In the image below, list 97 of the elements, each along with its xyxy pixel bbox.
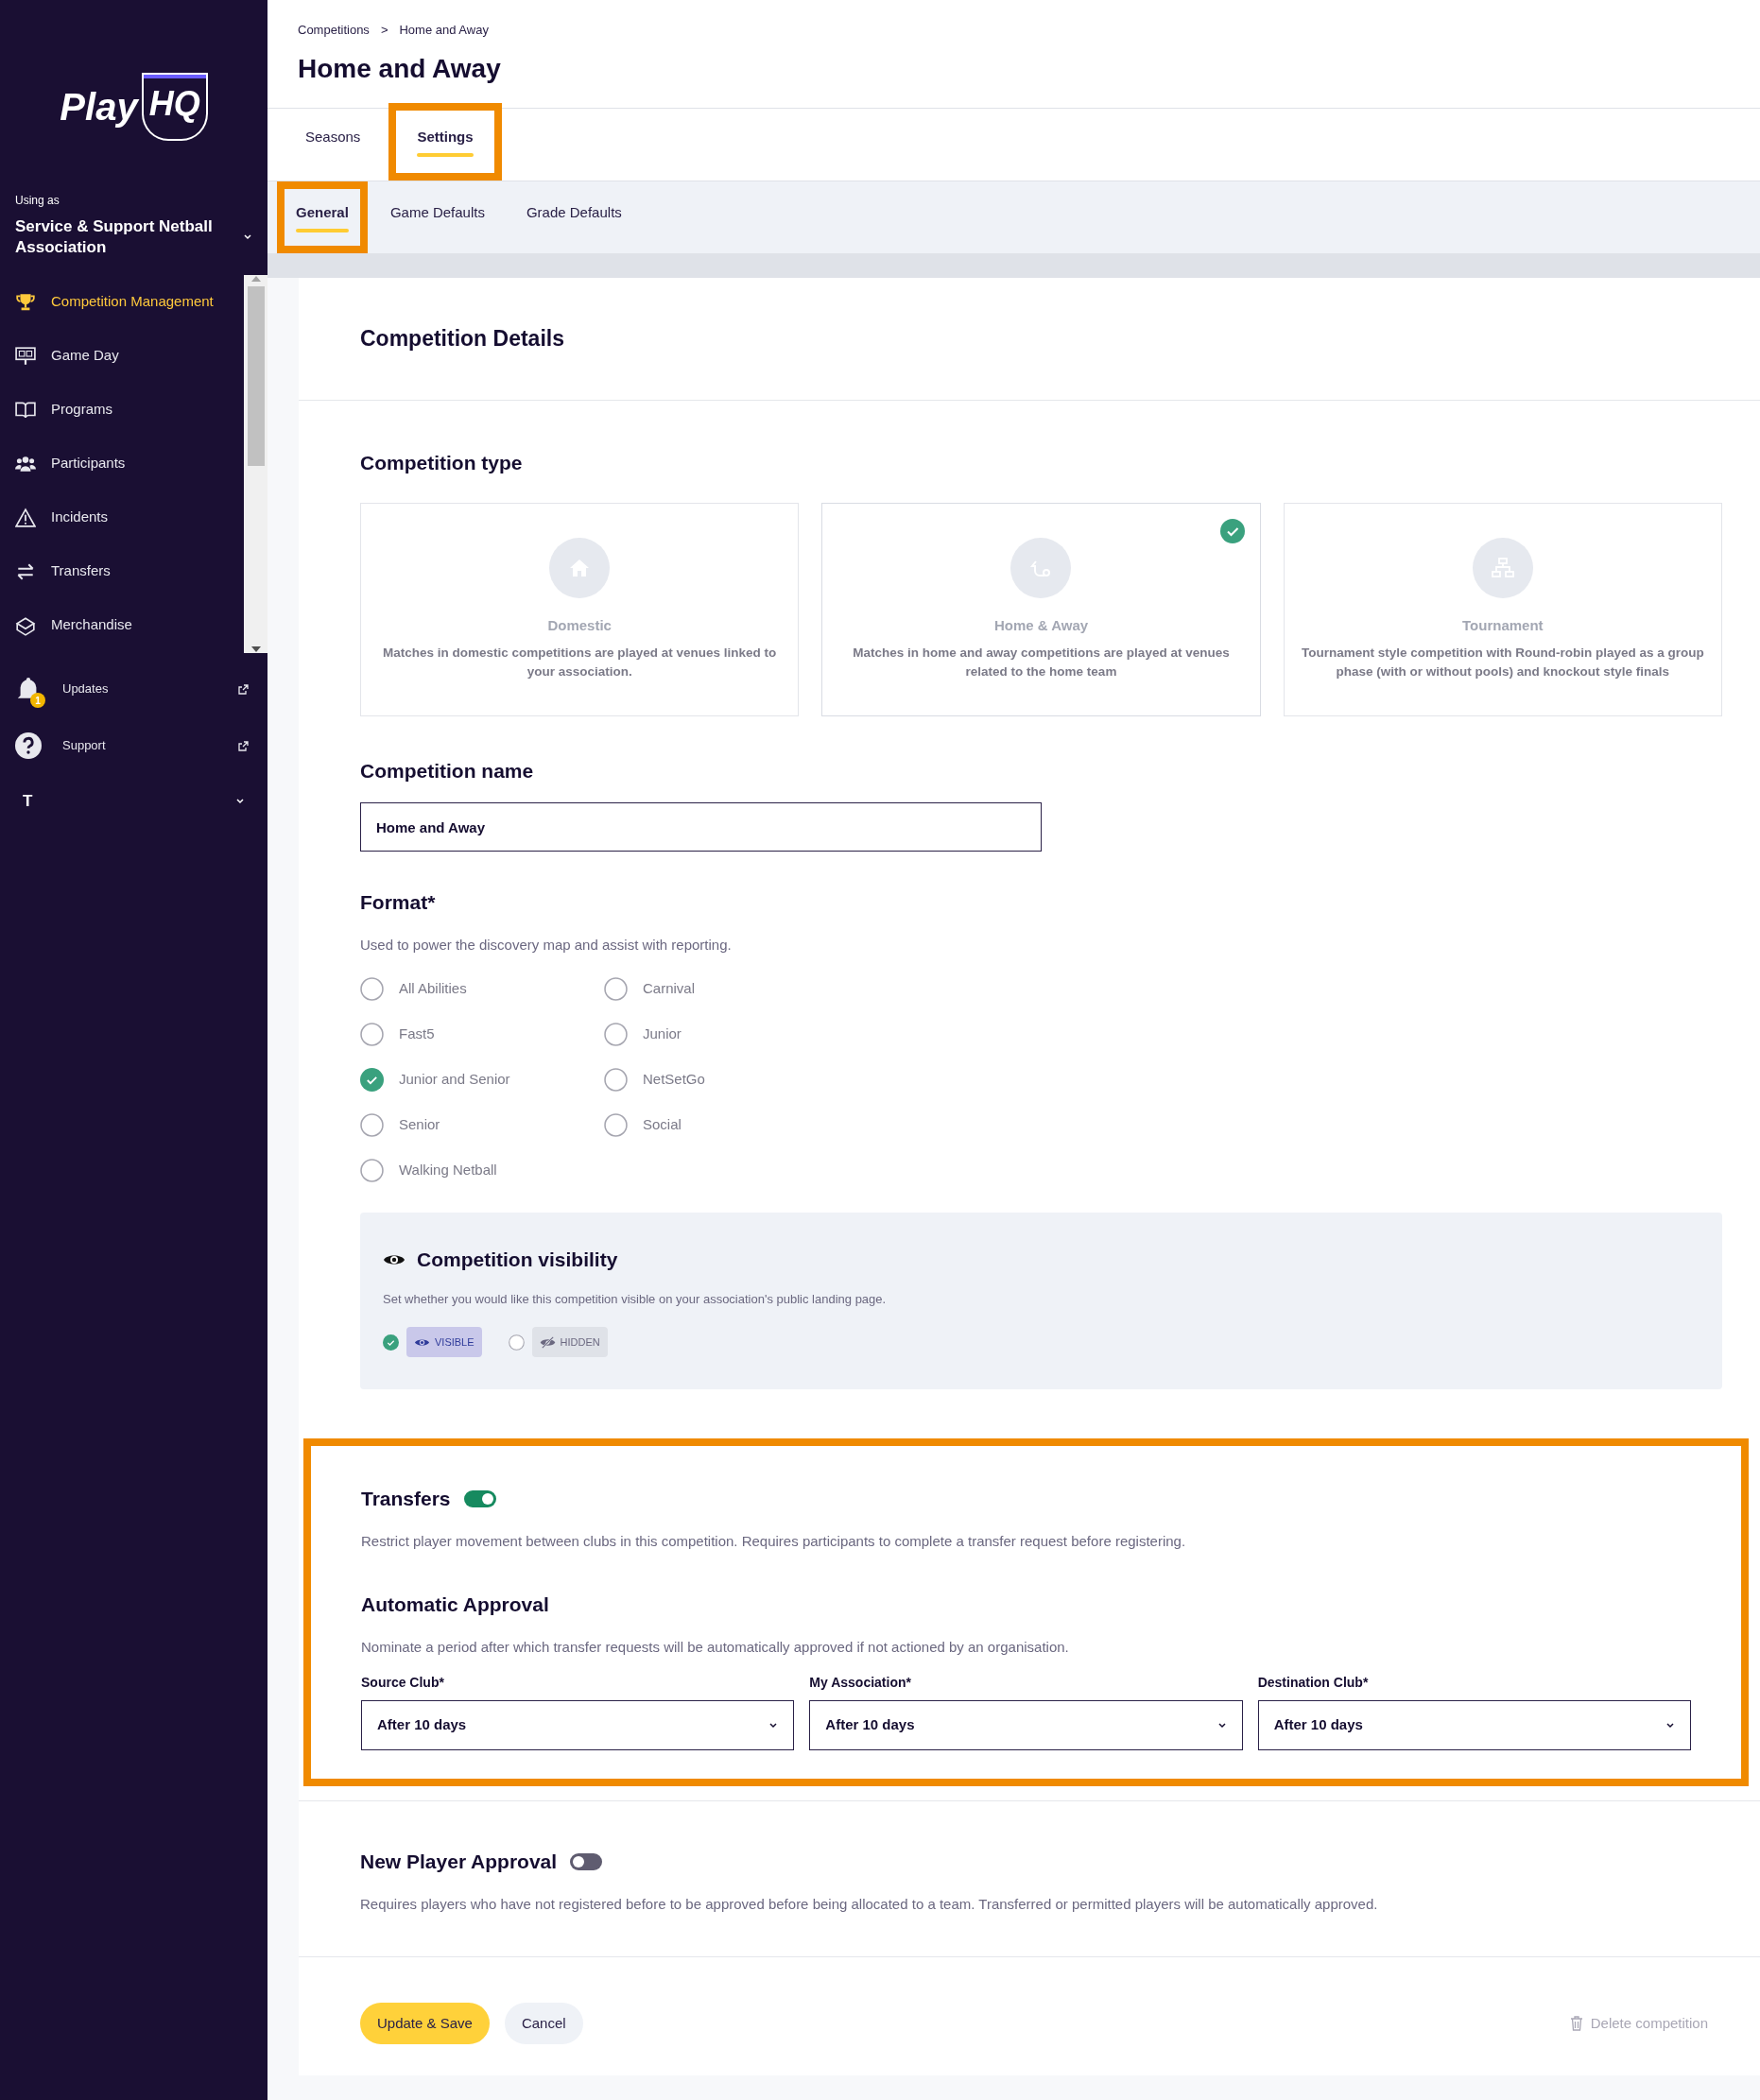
dropdown-field[interactable]: After 10 days xyxy=(809,1700,1243,1750)
tab[interactable]: Settings xyxy=(396,111,494,173)
nav-item[interactable]: Incidents xyxy=(0,491,244,544)
field-description: Set whether you would like this competition visible on your association's public landing page. xyxy=(383,1290,888,1308)
competition-type-card[interactable]: Domestic Matches in domestic competitions are played at venues linked to your association. xyxy=(360,502,800,716)
breadcrumb-link[interactable]: Competitions xyxy=(298,21,370,40)
tab[interactable]: General xyxy=(285,189,360,246)
field-description: Used to power the discovery map and assist with reporting. xyxy=(360,935,733,955)
radio-button[interactable] xyxy=(360,1158,384,1182)
scoreboard-icon xyxy=(15,345,36,367)
chevron-down-icon xyxy=(1665,1721,1675,1730)
radio-button[interactable] xyxy=(604,1067,628,1092)
scroll-up-icon[interactable] xyxy=(250,275,261,283)
sidebar-link[interactable]: Support xyxy=(0,717,267,774)
type-description: Matches in home and away competitions are played at venues related to the home team xyxy=(852,645,1231,680)
field-heading: New Player Approval xyxy=(360,1850,558,1874)
radio-label: Social xyxy=(643,1114,682,1134)
eye-slash-icon xyxy=(539,1335,556,1349)
type-name: Home & Away xyxy=(993,615,1089,635)
cancel-button[interactable]: Cancel xyxy=(504,2003,583,2044)
radio-label: Junior and Senior xyxy=(399,1069,510,1089)
trophy-icon xyxy=(15,291,36,313)
dropdown-field[interactable]: After 10 days xyxy=(1257,1700,1691,1750)
book-icon xyxy=(15,399,36,421)
type-description: Tournament style competition with Round-robin played as a group phase (with or without pools) and knockout style finals xyxy=(1300,645,1705,680)
radio-button[interactable] xyxy=(360,1022,384,1046)
help-icon xyxy=(15,732,42,759)
field-description: Requires players who have not registered before to be approved before being allocated to a team. Transferred or permitted players will be automatically approved. xyxy=(360,1894,1379,1914)
nav-item[interactable]: Merchandise xyxy=(0,598,244,652)
tab[interactable]: Grade Defaults xyxy=(514,189,633,246)
scrollbar[interactable] xyxy=(244,275,267,653)
notification-badge: 1 xyxy=(30,693,45,708)
field-heading: Competition name xyxy=(360,758,535,783)
radio-button[interactable] xyxy=(604,976,628,1001)
field-heading: Automatic Approval xyxy=(361,1592,550,1617)
field-heading: Transfers xyxy=(361,1487,451,1511)
page-title: Home and Away xyxy=(298,52,502,85)
nav-item[interactable]: Game Day xyxy=(0,329,244,383)
radio-button[interactable] xyxy=(508,1334,525,1351)
chevron-down-icon xyxy=(235,797,245,805)
radio-label: Junior xyxy=(643,1024,682,1043)
breadcrumb-current: Home and Away xyxy=(399,22,489,39)
type-name: Domestic xyxy=(547,615,612,635)
nav-item[interactable]: Transfers xyxy=(0,544,244,598)
field-heading: Competition type xyxy=(360,451,524,475)
breadcrumb-separator: > xyxy=(380,22,388,39)
radio-label: Fast5 xyxy=(399,1024,435,1043)
user-menu[interactable]: T xyxy=(0,789,267,814)
radio-button[interactable] xyxy=(604,1022,628,1046)
chevron-down-icon xyxy=(243,233,252,241)
chevron-down-icon xyxy=(768,1721,779,1730)
competition-name-field[interactable]: Home and Away xyxy=(360,802,1042,852)
radio-button[interactable] xyxy=(360,1067,384,1092)
sidebar-link[interactable]: 1 Updates xyxy=(0,661,267,717)
toggle-switch[interactable] xyxy=(570,1852,603,1870)
field-label: Destination Club* xyxy=(1257,1674,1370,1692)
field-label: Source Club* xyxy=(361,1674,445,1692)
toggle-switch[interactable] xyxy=(463,1489,496,1507)
visibility-chip[interactable]: HIDDEN xyxy=(531,1327,608,1357)
radio-button[interactable] xyxy=(383,1334,399,1351)
trash-icon xyxy=(1569,2016,1583,2031)
type-name: Tournament xyxy=(1462,615,1544,635)
logo: Play HQ xyxy=(60,72,208,141)
dropdown-field[interactable]: After 10 days xyxy=(361,1700,795,1750)
type-description: Matches in domestic competitions are played at venues linked to your association. xyxy=(381,645,778,680)
section-heading: Competition Details xyxy=(360,325,564,353)
hierarchy-icon xyxy=(1490,556,1515,579)
field-label: My Association* xyxy=(809,1674,912,1692)
radio-label: Senior xyxy=(399,1114,440,1134)
eye-icon xyxy=(414,1336,430,1348)
chevron-down-icon xyxy=(1216,1721,1227,1730)
radio-button[interactable] xyxy=(360,1112,384,1137)
field-description: Restrict player movement between clubs in this competition. Requires participants to complete a transfer request before registering. xyxy=(361,1531,1187,1551)
nav-item[interactable]: Competition Management xyxy=(0,275,244,329)
tab[interactable]: Game Defaults xyxy=(378,189,496,246)
field-heading: Format* xyxy=(360,890,437,915)
radio-button[interactable] xyxy=(360,976,384,1001)
competition-type-card[interactable]: Tournament Tournament style competition with Round-robin played as a group phase (with or without pools) and knockout style finals xyxy=(1283,502,1722,716)
organisation-selector[interactable]: Service & Support Netball Association xyxy=(15,216,252,258)
update-save-button[interactable]: Update & Save xyxy=(360,2003,490,2044)
competition-type-card[interactable]: Home & Away Matches in home and away competitions are played at venues related to the home team xyxy=(821,502,1261,716)
radio-label: Walking Netball xyxy=(399,1160,497,1179)
external-link-icon xyxy=(238,740,249,751)
visibility-chip[interactable]: VISIBLE xyxy=(406,1327,482,1357)
radio-label: NetSetGo xyxy=(643,1069,705,1089)
tab[interactable]: Seasons xyxy=(285,111,382,173)
field-description: Nominate a period after which transfer requests will be automatically approved if not actioned by an organisation. xyxy=(361,1637,1070,1657)
nav-item[interactable]: Participants xyxy=(0,437,244,491)
radio-label: All Abilities xyxy=(399,978,467,998)
field-heading: Competition visibility xyxy=(417,1248,618,1272)
external-link-icon xyxy=(238,683,249,695)
nav-item[interactable]: Programs xyxy=(0,383,244,437)
using-as-label: Using as xyxy=(15,193,60,209)
radio-label: Carnival xyxy=(643,978,696,998)
warning-icon xyxy=(15,507,36,528)
radio-button[interactable] xyxy=(604,1112,628,1137)
scroll-down-icon[interactable] xyxy=(250,645,261,653)
